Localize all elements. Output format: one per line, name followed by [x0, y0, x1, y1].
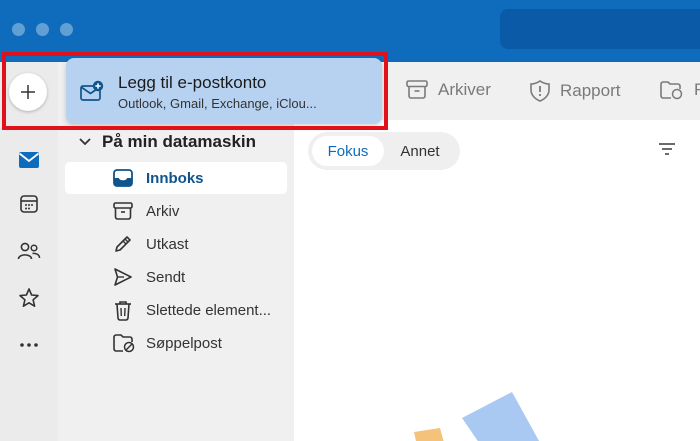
empty-state-illustration [414, 392, 540, 441]
mail-icon[interactable] [14, 145, 44, 175]
junk-folder-icon [113, 334, 135, 353]
focused-other-pivot: Fokus Annet [308, 132, 460, 170]
folder-deleted[interactable]: Slettede element... [65, 294, 287, 326]
section-on-my-computer[interactable]: På min datamaskin [78, 132, 256, 152]
highlight-box [2, 52, 388, 130]
folder-junk[interactable]: Søppelpost [65, 327, 287, 359]
chevron-down-icon [79, 138, 91, 146]
close-window-button[interactable] [12, 23, 25, 36]
folder-label: Søppelpost [146, 334, 222, 352]
folder-move-icon [660, 81, 683, 100]
calendar-icon[interactable] [14, 189, 44, 219]
search-box[interactable] [500, 9, 700, 49]
trash-icon [115, 301, 131, 321]
people-icon[interactable] [14, 236, 44, 266]
archive-button[interactable]: Arkiver [406, 80, 491, 100]
archive-icon [406, 80, 428, 99]
tab-focused[interactable]: Fokus [312, 136, 384, 166]
folder-label: Utkast [146, 235, 189, 253]
archive-label: Arkiver [438, 80, 491, 99]
folder-label: Innboks [146, 169, 204, 187]
shield-icon [530, 80, 550, 102]
zoom-window-button[interactable] [60, 23, 73, 36]
report-button[interactable]: Rapport [530, 80, 620, 102]
pencil-icon [115, 236, 131, 252]
archive-icon [113, 202, 133, 220]
move-button[interactable]: F [660, 80, 700, 100]
section-title: På min datamaskin [102, 132, 257, 151]
tab-other[interactable]: Annet [384, 136, 456, 166]
minimize-window-button[interactable] [36, 23, 49, 36]
message-list: Fokus Annet [294, 120, 700, 441]
inbox-icon [113, 169, 133, 187]
folder-inbox[interactable]: Innboks [65, 162, 287, 194]
report-label: Rapport [560, 81, 621, 100]
filter-icon[interactable] [658, 142, 676, 156]
folder-sent[interactable]: Sendt [65, 261, 287, 293]
more-icon[interactable] [14, 330, 44, 360]
folder-label: Slettede element... [146, 301, 272, 319]
folder-drafts[interactable]: Utkast [65, 228, 287, 260]
folder-archive[interactable]: Arkiv [65, 195, 287, 227]
star-icon[interactable] [14, 283, 44, 313]
send-icon [114, 268, 132, 286]
folder-label: Sendt [146, 268, 186, 286]
move-label: F [694, 80, 700, 99]
folder-label: Arkiv [146, 202, 180, 220]
